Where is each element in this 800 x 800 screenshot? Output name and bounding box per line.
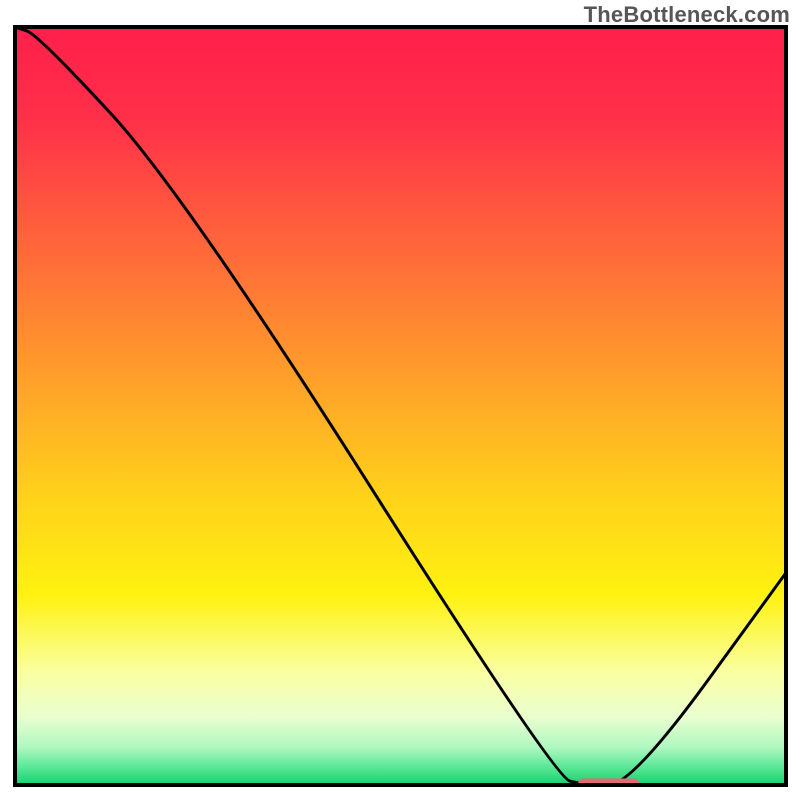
gradient-background: [15, 27, 786, 785]
plot-svg: [0, 0, 800, 800]
bottleneck-chart: TheBottleneck.com: [0, 0, 800, 800]
watermark-text: TheBottleneck.com: [584, 2, 790, 28]
